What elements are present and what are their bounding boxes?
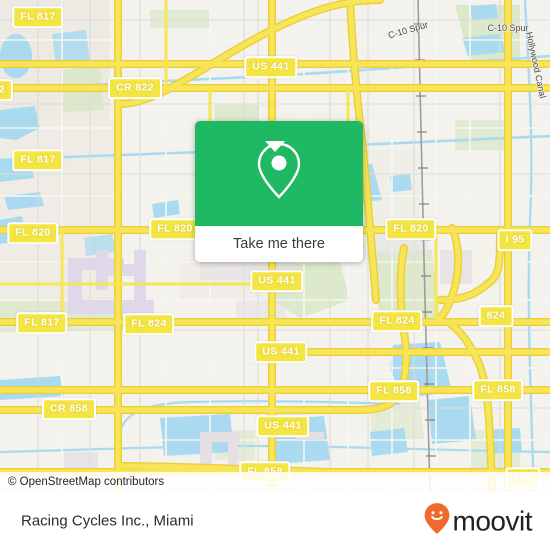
road-shield: US 441 (254, 341, 308, 363)
popup-image-area (195, 121, 363, 226)
moovit-wordmark: moovit (452, 505, 533, 536)
road-shield: 2 (0, 79, 14, 101)
road-shield: US 441 (250, 270, 304, 292)
moovit-brand[interactable]: moovit (424, 503, 533, 540)
moovit-pin-smile-icon (424, 503, 450, 540)
road-shield: FL 817 (16, 312, 68, 334)
take-me-there-button[interactable]: Take me there (195, 226, 363, 262)
road-shield: FL 817 (12, 149, 64, 171)
road-shield: FL 858 (472, 379, 524, 401)
road-shield: FL 824 (371, 310, 423, 332)
road-shield: CR 858 (41, 398, 97, 420)
footer-bar: Racing Cycles Inc., Miami moovit (0, 492, 550, 550)
road-shield: US 441 (256, 415, 310, 437)
road-shield: US 441 (244, 56, 298, 78)
popup-pointer-tail (265, 141, 285, 152)
road-shield: FL 820 (7, 222, 59, 244)
attribution-text: © OpenStreetMap contributors (0, 472, 550, 492)
take-me-there-label: Take me there (233, 236, 325, 252)
road-shield: CR 822 (107, 77, 163, 99)
road-shield: 824 (478, 305, 514, 327)
map-screenshot-root: .water{fill:#a9daf0;} .waterline{stroke:… (0, 0, 550, 550)
road-shield: FL 820 (385, 218, 437, 240)
road-shield: FL 820 (149, 218, 201, 240)
place-title: Racing Cycles Inc., Miami (21, 512, 194, 530)
road-shield: FL 858 (368, 380, 420, 402)
road-shield: FL 824 (123, 313, 175, 335)
map-text-label: C-10 Spur (487, 23, 529, 33)
road-shield: FL 817 (12, 6, 64, 28)
road-shield: I 95 (497, 229, 533, 251)
